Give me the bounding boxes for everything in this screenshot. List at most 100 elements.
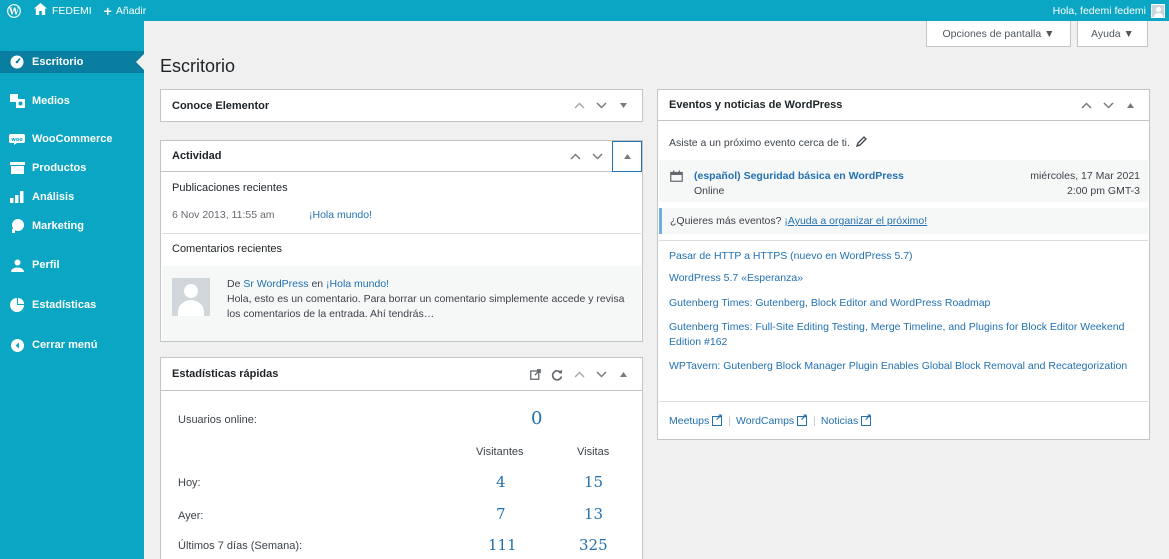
external-link-icon [861,412,872,426]
move-down-button[interactable] [590,95,612,117]
media-icon [9,93,25,109]
toggle-panel-button[interactable] [612,95,634,117]
move-up-button[interactable] [568,364,590,386]
external-link-icon [797,412,808,426]
toggle-panel-button[interactable] [612,364,634,386]
event-time: 2:00 pm GMT-3 [1067,185,1140,197]
meetups-link[interactable]: Meetups [669,415,709,427]
my-account-link[interactable]: Hola, fedemi fedemi [1047,0,1169,21]
wordpress-logo-icon[interactable]: W [0,0,28,21]
sidebar-item-label: Perfil [32,259,60,271]
stats-row-visitors: 111 [488,536,517,554]
news-link[interactable]: Gutenberg Times: Full-Site Editing Testi… [669,320,1135,350]
activity-widget: Actividad Publicaciones recientes 6 Nov … [160,140,643,342]
stats-row-visits: 325 [579,536,608,554]
calendar-icon [670,170,683,185]
comment-post-link[interactable]: ¡Hola mundo! [326,278,389,290]
online-users-label: Usuarios online: [178,414,257,426]
sidebar-item-escritorio[interactable]: Escritorio [0,51,144,73]
toggle-panel-button[interactable] [612,141,642,172]
sidebar-item-productos[interactable]: Productos [0,159,144,177]
site-name-link[interactable]: FEDEMI [28,0,98,21]
stats-row-label: Ayer: [178,510,204,522]
events-footer: Meetups | WordCamps | Noticias [669,412,872,427]
sidebar-item-label: Marketing [32,220,84,232]
sidebar-item-label: WooCommerce [32,133,113,145]
refresh-icon[interactable] [546,364,568,386]
greeting-label: Hola, fedemi fedemi [1052,4,1146,17]
analytics-icon [9,189,25,205]
elementor-widget: Conoce Elementor [160,89,643,122]
news-link[interactable]: WordPress 5.7 «Esperanza» [669,271,1135,286]
sidebar-item-estadisticas[interactable]: Estadísticas [0,296,144,314]
event-item: (español) Seguridad básica en WordPress … [659,160,1148,202]
avatar [172,278,210,316]
widget-title: Conoce Elementor [172,99,270,112]
collapse-menu-button[interactable]: Cerrar menú [0,336,144,354]
sidebar-item-analisis[interactable]: Análisis [0,188,144,206]
screen-options-button[interactable]: Opciones de pantalla ▼ [926,21,1071,47]
products-icon [9,160,25,176]
comment-in: en [311,278,324,290]
news-footer-link[interactable]: Noticias [821,415,858,427]
move-down-button[interactable] [586,146,608,168]
edit-location-icon[interactable] [855,136,867,150]
help-button[interactable]: Ayuda ▼ [1077,21,1148,47]
move-down-button[interactable] [1097,95,1119,117]
toggle-panel-button[interactable] [1119,95,1141,117]
stats-row-visitors: 4 [496,473,506,491]
wordcamps-link[interactable]: WordCamps [736,415,794,427]
online-users-value: 0 [531,408,543,429]
news-link[interactable]: Pasar de HTTP a HTTPS (nuevo en WordPres… [669,249,1135,264]
sidebar-item-label: Análisis [32,191,75,203]
comment-meta: De Sr WordPress en ¡Hola mundo! [227,277,631,292]
sidebar-item-medios[interactable]: Medios [0,91,144,111]
event-title-link[interactable]: (español) Seguridad básica en WordPress [694,170,904,182]
admin-sidebar: Escritorio Medios woo WooCommerce Produc… [0,21,144,559]
page-title: Escritorio [160,56,236,76]
svg-text:woo: woo [11,137,23,143]
move-up-button[interactable] [1075,95,1097,117]
woocommerce-icon: woo [9,131,25,147]
widget-title: Estadísticas rápidas [172,368,279,380]
stats-row-label: Hoy: [178,477,201,489]
external-link-icon[interactable] [524,364,546,386]
sidebar-item-woocommerce[interactable]: woo WooCommerce [0,130,144,148]
col-visitors-header: Visitantes [476,446,524,458]
screen-options-label: Opciones de pantalla ▼ [942,27,1055,40]
events-news-widget: Eventos y noticias de WordPress Asiste a… [657,89,1150,440]
post-title-link[interactable]: ¡Hola mundo! [309,209,372,221]
widget-title: Eventos y noticias de WordPress [669,99,843,111]
home-icon [34,3,47,18]
new-content-link[interactable]: + Añadir [98,0,153,21]
more-events-text: ¿Quieres más eventos? [670,215,782,227]
comment-text: Hola, esto es un comentario. Para borrar… [227,293,625,320]
sidebar-item-marketing[interactable]: Marketing [0,217,144,235]
move-up-button[interactable] [568,95,590,117]
quick-stats-widget: Estadísticas rápidas Usuarios online: 0 … [160,357,643,559]
admin-bar: W FEDEMI + Añadir Hola, fedemi fedemi [0,0,1169,21]
recent-comments-heading: Comentarios recientes [172,243,283,255]
comment-prefix: De [227,278,241,290]
stats-row-label: Últimos 7 días (Semana): [178,540,303,552]
news-link[interactable]: Gutenberg Times: Gutenberg, Block Editor… [669,296,1135,311]
stats-icon [9,297,25,313]
sidebar-item-label: Productos [32,162,87,174]
move-up-button[interactable] [564,146,586,168]
svg-text:W: W [8,7,20,17]
sidebar-item-label: Medios [32,95,70,107]
col-visits-header: Visitas [577,446,610,458]
sidebar-item-label: Escritorio [32,56,84,68]
sidebar-item-perfil[interactable]: Perfil [0,256,144,274]
new-content-label: Añadir [115,4,147,17]
move-down-button[interactable] [590,364,612,386]
nearby-events-text: Asiste a un próximo evento cerca de ti. [669,137,850,149]
organize-event-link[interactable]: ¡Ayuda a organizar el próximo! [784,215,927,227]
site-name-label: FEDEMI [52,4,92,17]
comment-item: De Sr WordPress en ¡Hola mundo! Hola, es… [162,266,641,341]
comment-author-link[interactable]: Sr WordPress [243,278,308,290]
external-link-icon [712,412,723,426]
news-link[interactable]: WPTavern: Gutenberg Block Manager Plugin… [669,359,1135,374]
dashboard-icon [9,54,25,70]
collapse-icon [9,337,25,353]
